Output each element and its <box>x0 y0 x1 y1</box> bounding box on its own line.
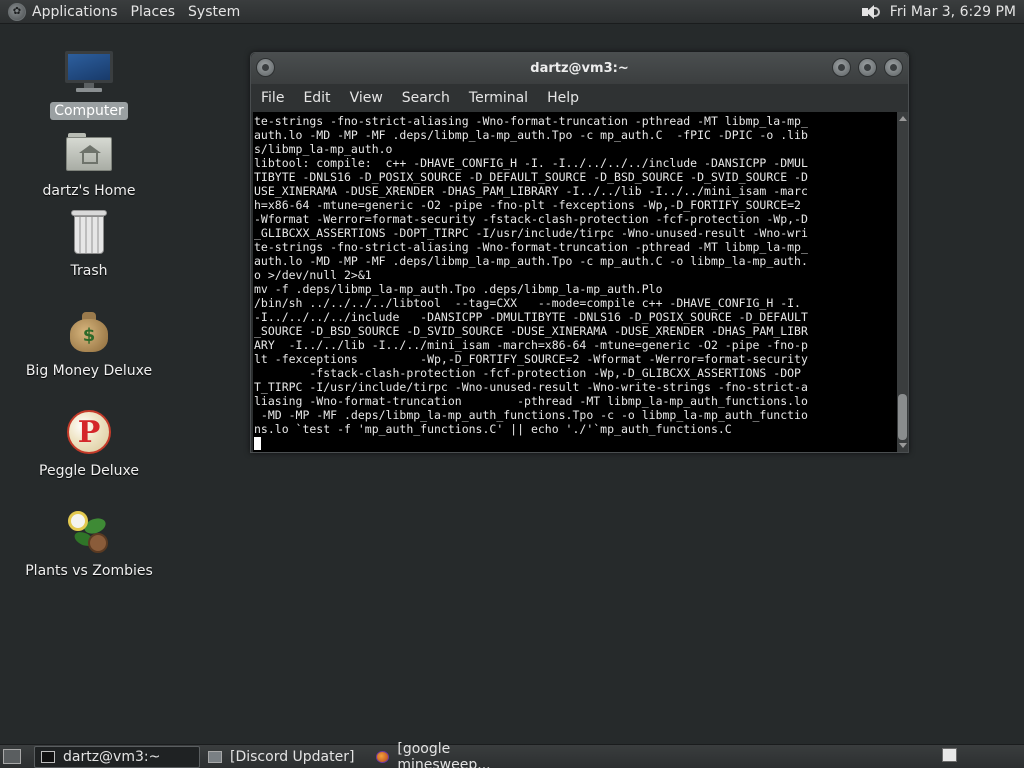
menu-help[interactable]: Help <box>547 90 579 106</box>
taskbar-item-firefox[interactable]: [google minesweep... <box>370 741 540 768</box>
minimize-button[interactable] <box>832 58 851 77</box>
menu-terminal[interactable]: Terminal <box>469 90 528 106</box>
terminal-line: h=x86-64 -mtune=generic -O2 -pipe -fno-p… <box>254 198 801 212</box>
terminal-line: ns.lo `test -f 'mp_auth_functions.C' || … <box>254 422 732 436</box>
volume-icon[interactable] <box>860 4 882 20</box>
desktop-icon-label: dartz's Home <box>42 183 136 199</box>
terminal-line: libtool: compile: c++ -DHAVE_CONFIG_H -I… <box>254 156 808 170</box>
desktop-icon-label: Plants vs Zombies <box>25 563 153 579</box>
show-desktop-button[interactable] <box>3 749 21 764</box>
menu-applications[interactable]: Applications <box>32 4 118 20</box>
terminal-line: liasing -Wno-format-truncation -pthread … <box>254 394 808 408</box>
window-icon <box>208 751 222 763</box>
terminal-icon <box>41 751 55 763</box>
close-button[interactable] <box>884 58 903 77</box>
scrollbar-thumb[interactable] <box>898 394 907 440</box>
terminal-cursor <box>254 437 261 450</box>
plants-vs-zombies-icon <box>63 506 115 558</box>
menu-places[interactable]: Places <box>131 4 176 20</box>
terminal-line: te-strings -fno-strict-aliasing -Wno-for… <box>254 240 808 254</box>
terminal-line: -I../../../../include -DANSICPP -DMULTIB… <box>254 310 808 324</box>
trash-icon <box>63 206 115 258</box>
firefox-icon <box>376 751 390 763</box>
terminal-text: te-strings -fno-strict-aliasing -Wno-for… <box>254 114 896 450</box>
terminal-line: mv -f .deps/libmp_la-mp_auth.Tpo .deps/l… <box>254 282 663 296</box>
desktop-icon-label: Big Money Deluxe <box>25 363 153 379</box>
desktop-icon-plants-vs-zombies[interactable]: Plants vs Zombies <box>19 506 159 580</box>
terminal-output[interactable]: te-strings -fno-strict-aliasing -Wno-for… <box>253 112 897 452</box>
terminal-line: -Wformat -Werror=format-security -fstack… <box>254 212 808 226</box>
clock[interactable]: Fri Mar 3, 6:29 PM <box>890 4 1016 20</box>
scroll-down-arrow-icon[interactable] <box>899 443 907 448</box>
maximize-button[interactable] <box>858 58 877 77</box>
workspace-switcher[interactable] <box>942 748 957 762</box>
taskbar-item-label: [Discord Updater] <box>230 749 355 765</box>
desktop-icon-trash[interactable]: Trash <box>19 206 159 280</box>
terminal-line: TIBYTE -DNLS16 -D_POSIX_SOURCE -D_DEFAUL… <box>254 170 808 184</box>
menu-system[interactable]: System <box>188 4 240 20</box>
terminal-line: ARY -I../../lib -I../../mini_isam -march… <box>254 338 808 352</box>
terminal-line: lt -fexceptions -Wp,-D_FORTIFY_SOURCE=2 … <box>254 352 808 366</box>
desktop-icon-computer[interactable]: Computer <box>19 46 159 120</box>
desktop-icon-label: Peggle Deluxe <box>39 463 139 479</box>
desktop-icon-label: Trash <box>70 263 108 279</box>
desktop-icon-peggle-deluxe[interactable]: P Peggle Deluxe <box>19 406 159 480</box>
window-title: dartz@vm3:~ <box>530 61 629 76</box>
desktop-icon-label: Computer <box>50 102 128 120</box>
computer-icon <box>63 46 115 98</box>
terminal-line: _SOURCE -D_BSD_SOURCE -D_SVID_SOURCE -DU… <box>254 324 808 338</box>
terminal-line: te-strings -fno-strict-aliasing -Wno-for… <box>254 114 808 128</box>
top-panel-tray: Fri Mar 3, 6:29 PM <box>860 0 1016 24</box>
terminal-line: T_TIRPC -I/usr/include/tirpc -Wno-unused… <box>254 380 808 394</box>
terminal-line: o >/dev/null 2>&1 <box>254 268 372 282</box>
terminal-window: dartz@vm3:~ File Edit View Search Termin… <box>250 52 909 453</box>
terminal-line: /bin/sh ../../../../libtool --tag=CXX --… <box>254 296 801 310</box>
terminal-line: -fstack-clash-protection -fcf-protection… <box>254 366 801 380</box>
terminal-line <box>254 436 896 450</box>
bottom-panel: dartz@vm3:~ [Discord Updater] [google mi… <box>0 741 1024 768</box>
menu-edit[interactable]: Edit <box>303 90 330 106</box>
terminal-line: _GLIBCXX_ASSERTIONS -DOPT_TIRPC -I/usr/i… <box>254 226 808 240</box>
menu-search[interactable]: Search <box>402 90 450 106</box>
terminal-menubar: File Edit View Search Terminal Help <box>251 84 908 112</box>
window-titlebar[interactable]: dartz@vm3:~ <box>251 53 908 84</box>
scroll-up-arrow-icon[interactable] <box>899 116 907 121</box>
taskbar-item-label: [google minesweep... <box>397 741 491 768</box>
peggle-icon: P <box>63 406 115 458</box>
terminal-line: s/libmp_la-mp_auth.o <box>254 142 393 156</box>
taskbar-item-terminal[interactable]: dartz@vm3:~ <box>34 746 200 768</box>
desktop-icon-big-money-deluxe[interactable]: $ Big Money Deluxe <box>19 306 159 380</box>
taskbar-item-label: dartz@vm3:~ <box>63 749 161 765</box>
home-folder-icon <box>63 126 115 178</box>
desktop-icon-home[interactable]: dartz's Home <box>19 126 159 200</box>
terminal-line: auth.lo -MD -MP -MF .deps/libmp_la-mp_au… <box>254 128 808 142</box>
taskbar-item-discord-updater[interactable]: [Discord Updater] <box>202 746 368 768</box>
top-panel: ✿ Applications Places System Fri Mar 3, … <box>0 0 1024 24</box>
menu-view[interactable]: View <box>350 90 383 106</box>
money-bag-icon: $ <box>63 306 115 358</box>
terminal-line: -MD -MP -MF .deps/libmp_la-mp_auth_funct… <box>254 408 808 422</box>
menu-file[interactable]: File <box>261 90 284 106</box>
terminal-line: auth.lo -MD -MP -MF .deps/libmp_la-mp_au… <box>254 254 808 268</box>
terminal-scrollbar[interactable] <box>897 112 908 452</box>
terminal-line: USE_XINERAMA -DUSE_XRENDER -DHAS_PAM_LIB… <box>254 184 808 198</box>
gnome-foot-icon[interactable]: ✿ <box>8 2 26 21</box>
